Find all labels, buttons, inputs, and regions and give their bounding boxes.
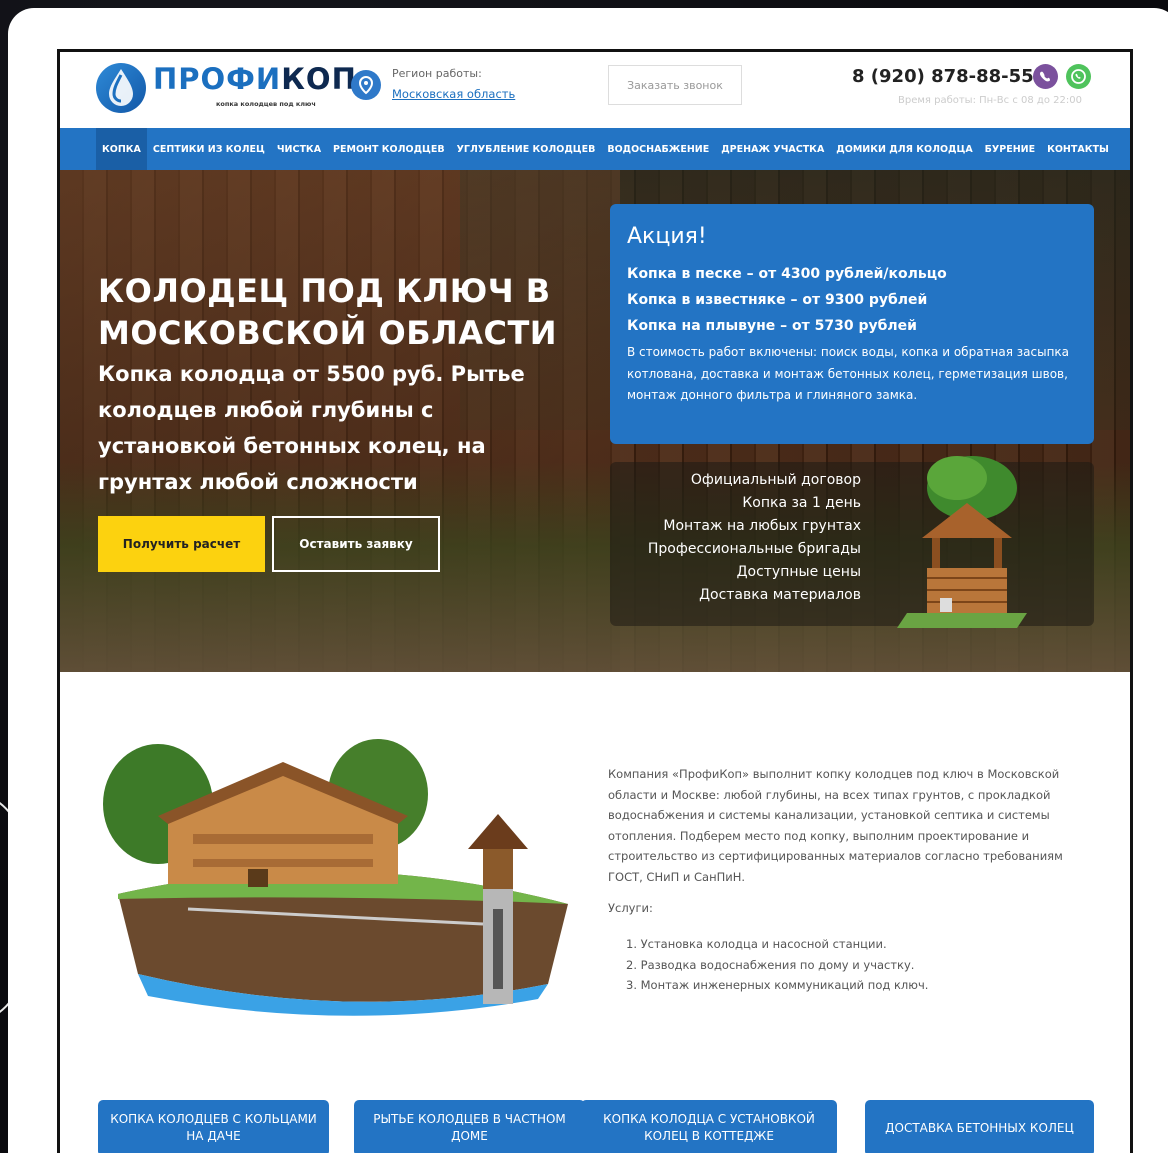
logo-main: ПРОФИ (153, 62, 282, 96)
service-card[interactable]: Копка колодца с установкой колец в котте… (581, 1100, 837, 1153)
about-text: Компания «ПрофиКоп» выполнит копку колод… (608, 767, 1063, 884)
nav-item-kontakty[interactable]: КОНТАКТЫ (1041, 128, 1115, 170)
house-well-illustration (98, 734, 578, 1034)
whatsapp-icon[interactable] (1066, 64, 1091, 89)
service-card[interactable]: Доставка бетонных колец (865, 1100, 1094, 1153)
get-estimate-button[interactable]: Получить расчет (98, 516, 265, 572)
hero-subtitle: Копка колодца от 5500 руб. Рытье колодце… (98, 362, 525, 494)
phone-number[interactable]: 8 (920) 878-88-55 (852, 66, 1034, 87)
hero-section: КОЛОДЕЦ ПОД КЛЮЧ В МОСКОВСКОЙ ОБЛАСТИ Ко… (60, 170, 1130, 672)
location-pin-icon (351, 70, 381, 100)
list-item: 3. Монтаж инженерных коммуникаций под кл… (626, 978, 929, 992)
feature-item: Профессиональные бригады (647, 541, 861, 557)
logo-tagline: копка колодцев под ключ (216, 100, 316, 108)
promo-line: Копка на плывуне – от 5730 рублей (627, 318, 917, 334)
feature-item: Копка за 1 день (742, 495, 861, 511)
promo-line: Копка в известняке – от 9300 рублей (627, 292, 928, 308)
promo-title: Акция! (627, 224, 707, 249)
main-nav: КОПКА СЕПТИКИ ИЗ КОЛЕЦ ЧИСТКА РЕМОНТ КОЛ… (60, 128, 1130, 170)
region-label: Регион работы: (392, 67, 482, 80)
feature-item: Официальный договор (690, 472, 861, 488)
promo-box: Акция! Копка в песке – от 4300 рублей/ко… (610, 204, 1094, 444)
hero-title: КОЛОДЕЦ ПОД КЛЮЧ В МОСКОВСКОЙ ОБЛАСТИ (98, 272, 558, 352)
nav-item-vodosnabzhenie[interactable]: ВОДОСНАБЖЕНИЕ (601, 128, 715, 170)
nav-item-burenie[interactable]: БУРЕНИЕ (979, 128, 1041, 170)
website-page: ПРОФИКОП копка колодцев под ключ Регион … (57, 49, 1133, 1153)
nav-item-domiki[interactable]: ДОМИКИ ДЛЯ КОЛОДЦА (830, 128, 978, 170)
nav-item-uglublenie[interactable]: УГЛУБЛЕНИЕ КОЛОДЦЕВ (451, 128, 602, 170)
wooden-well-image (892, 448, 1042, 633)
promo-description: В стоимость работ включены: поиск воды, … (627, 345, 1070, 402)
services-list: 1. Установка колодца и насосной станции.… (626, 934, 928, 996)
callback-button[interactable]: Заказать звонок (608, 65, 742, 105)
logo-drop-icon (96, 63, 146, 113)
nav-item-remont[interactable]: РЕМОНТ КОЛОДЦЕВ (327, 128, 451, 170)
nav-item-drenazh[interactable]: ДРЕНАЖ УЧАСТКА (715, 128, 830, 170)
leave-request-button[interactable]: Оставить заявку (272, 516, 440, 572)
services-label: Услуги: (608, 901, 653, 915)
site-header: ПРОФИКОП копка колодцев под ключ Регион … (60, 52, 1130, 128)
logo-accent: КОП (281, 62, 357, 96)
feature-item: Монтаж на любых грунтах (663, 518, 861, 534)
list-item: 1. Установка колодца и насосной станции. (626, 937, 887, 951)
list-item: 2. Разводка водоснабжения по дому и учас… (626, 957, 915, 972)
feature-item: Доступные цены (736, 564, 861, 580)
logo-text: ПРОФИКОП (153, 62, 357, 96)
nav-item-kopka[interactable]: КОПКА (96, 128, 147, 170)
service-card[interactable]: Копка колодцев с кольцами на даче (98, 1100, 329, 1153)
working-hours: Время работы: Пн-Вс с 08 до 22:00 (898, 95, 1082, 106)
promo-line: Копка в песке – от 4300 рублей/кольцо (627, 266, 947, 282)
service-card[interactable]: Рытье колодцев в частном доме (354, 1100, 585, 1153)
region-link[interactable]: Московская область (392, 87, 515, 101)
feature-item: Доставка материалов (699, 587, 861, 603)
viber-icon[interactable] (1033, 64, 1058, 89)
about-section: Компания «ПрофиКоп» выполнит копку колод… (60, 672, 1130, 1153)
nav-item-chistka[interactable]: ЧИСТКА (271, 128, 327, 170)
nav-item-septiki[interactable]: СЕПТИКИ ИЗ КОЛЕЦ (147, 128, 271, 170)
service-cards: Копка колодцев с кольцами на даче Рытье … (60, 1100, 1130, 1153)
logo[interactable]: ПРОФИКОП копка колодцев под ключ (96, 60, 356, 116)
